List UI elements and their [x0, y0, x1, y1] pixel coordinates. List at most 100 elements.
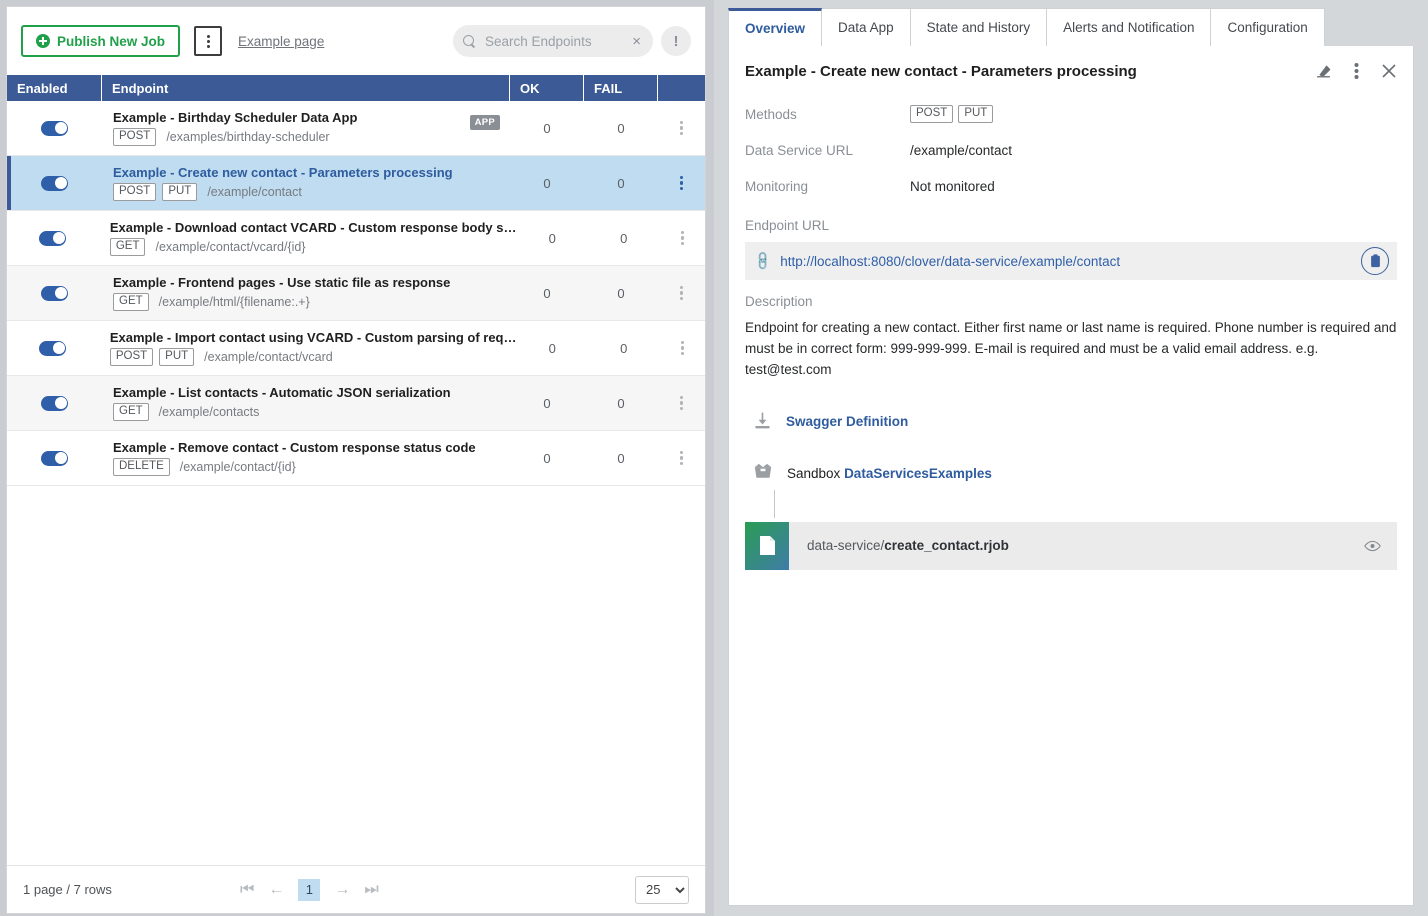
search-input[interactable] — [483, 33, 623, 50]
endpoint-title[interactable]: Example - List contacts - Automatic JSON… — [113, 385, 510, 400]
job-file-basename: create_contact.rjob — [884, 538, 1009, 553]
endpoints-toolbar: Publish New Job Example page × ! — [7, 7, 705, 75]
table-row[interactable]: Example - Import contact using VCARD - C… — [7, 321, 705, 376]
enabled-toggle[interactable] — [41, 176, 68, 191]
endpoint-path: /example/contact/vcard — [204, 350, 333, 364]
method-badge-post: POST — [910, 105, 953, 123]
warning-icon[interactable]: ! — [661, 26, 691, 56]
swagger-definition-row[interactable]: Swagger Definition — [745, 411, 1397, 433]
endpoint-title[interactable]: Example - Frontend pages - Use static fi… — [113, 275, 510, 290]
table-row[interactable]: Example - Frontend pages - Use static fi… — [7, 266, 705, 321]
enabled-toggle[interactable] — [39, 341, 66, 356]
endpoint-title[interactable]: Example - Remove contact - Custom respon… — [113, 440, 510, 455]
endpoint-title[interactable]: Example - Import contact using VCARD - C… — [110, 330, 517, 345]
prev-page-icon[interactable]: ← — [268, 882, 284, 898]
app-badge: APP — [470, 115, 500, 130]
enabled-toggle[interactable] — [41, 451, 68, 466]
detail-tabs: OverviewData AppState and HistoryAlerts … — [714, 0, 1428, 46]
tab-configuration[interactable]: Configuration — [1210, 8, 1324, 46]
tab-data-app[interactable]: Data App — [821, 8, 911, 46]
method-badge-get: GET — [113, 403, 149, 421]
endpoint-subrow: POST PUT/example/contact/vcard — [110, 348, 517, 366]
tab-state-and-history[interactable]: State and History — [910, 8, 1048, 46]
next-page-icon[interactable]: → — [334, 882, 350, 898]
field-label-monitoring: Monitoring — [745, 179, 910, 194]
publish-new-job-button[interactable]: Publish New Job — [21, 25, 180, 57]
clear-search-icon[interactable]: × — [630, 34, 643, 49]
detail-header-icons — [1315, 62, 1397, 80]
endpoint-url-link[interactable]: http://localhost:8080/clover/data-servic… — [780, 254, 1120, 269]
first-page-icon[interactable]: ⏮ — [240, 882, 254, 898]
enabled-toggle[interactable] — [39, 231, 66, 246]
copy-url-button[interactable] — [1361, 247, 1389, 275]
endpoint-url-label: Endpoint URL — [745, 218, 1397, 233]
endpoints-panel: Publish New Job Example page × ! Enabled… — [6, 6, 706, 914]
method-badge-post: POST — [110, 348, 153, 366]
endpoint-path: /example/contact/{id} — [180, 460, 296, 474]
row-kebab-menu-icon[interactable] — [680, 121, 683, 136]
cell-row-menu — [658, 376, 705, 430]
cell-enabled — [7, 431, 102, 485]
table-row[interactable]: Example - Download contact VCARD - Custo… — [7, 211, 705, 266]
endpoint-title[interactable]: Example - Create new contact - Parameter… — [113, 165, 510, 180]
tab-overview[interactable]: Overview — [728, 8, 822, 46]
cell-endpoint: Example - Create new contact - Parameter… — [102, 156, 510, 210]
cell-enabled — [7, 376, 102, 430]
endpoint-subrow: GET/example/contacts — [113, 403, 510, 421]
table-row[interactable]: Example - Remove contact - Custom respon… — [7, 431, 705, 486]
row-kebab-menu-icon[interactable] — [681, 341, 684, 356]
tab-alerts-and-notification[interactable]: Alerts and Notification — [1046, 8, 1211, 46]
endpoints-table-body: Example - Birthday Scheduler Data App POS… — [7, 101, 705, 865]
method-badge-post: POST — [113, 128, 156, 146]
example-page-link[interactable]: Example page — [238, 34, 324, 49]
table-row[interactable]: Example - Birthday Scheduler Data App POS… — [7, 101, 705, 156]
cell-enabled — [7, 156, 102, 210]
table-row[interactable]: Example - Create new contact - Parameter… — [7, 156, 705, 211]
field-value-data-service-url: /example/contact — [910, 143, 1012, 158]
row-kebab-menu-icon[interactable] — [681, 231, 684, 246]
method-badge-put: PUT — [159, 348, 194, 366]
endpoint-title[interactable]: Example - Birthday Scheduler Data App — [113, 110, 510, 125]
cell-enabled — [7, 321, 99, 375]
enabled-toggle[interactable] — [41, 286, 68, 301]
toolbar-kebab-menu-icon[interactable] — [194, 26, 222, 56]
tree-connector — [774, 490, 775, 518]
swagger-definition-link[interactable]: Swagger Definition — [786, 414, 908, 429]
cell-row-menu — [658, 101, 705, 155]
close-icon[interactable] — [1381, 63, 1397, 79]
cell-ok-count: 0 — [510, 376, 584, 430]
row-kebab-menu-icon[interactable] — [680, 286, 683, 301]
table-row[interactable]: Example - List contacts - Automatic JSON… — [7, 376, 705, 431]
endpoint-path: /example/contact — [207, 185, 302, 199]
row-kebab-menu-icon[interactable] — [680, 451, 683, 466]
kebab-menu-icon[interactable] — [1354, 62, 1359, 80]
row-kebab-menu-icon[interactable] — [680, 176, 683, 191]
description-label: Description — [745, 294, 1397, 309]
cell-ok-count: 0 — [510, 156, 584, 210]
cell-row-menu — [658, 266, 705, 320]
field-value-monitoring: Not monitored — [910, 179, 995, 194]
method-badge-put: PUT — [958, 105, 993, 123]
endpoint-title[interactable]: Example - Download contact VCARD - Custo… — [110, 220, 517, 235]
page-size-select[interactable]: 102550100 — [635, 876, 689, 904]
preview-eye-icon[interactable] — [1364, 522, 1397, 570]
pagination-controls: ⏮ ← 1 → ⏭ — [240, 879, 379, 901]
cell-endpoint: Example - Download contact VCARD - Custo… — [99, 211, 517, 265]
field-value-methods: POST PUT — [910, 105, 993, 123]
sandbox-icon — [753, 463, 773, 484]
enabled-toggle[interactable] — [41, 396, 68, 411]
job-file-row[interactable]: data-service/create_contact.rjob — [745, 522, 1397, 570]
eraser-icon[interactable] — [1315, 63, 1332, 80]
sandbox-name[interactable]: DataServicesExamples — [844, 466, 992, 481]
cell-ok-count: 0 — [510, 431, 584, 485]
enabled-toggle[interactable] — [41, 121, 68, 136]
field-data-service-url: Data Service URL /example/contact — [745, 132, 1397, 168]
last-page-icon[interactable]: ⏭ — [364, 882, 378, 898]
page-number-1[interactable]: 1 — [298, 879, 320, 901]
download-icon — [753, 411, 772, 433]
endpoint-subrow: GET/example/html/{filename:.+} — [113, 293, 510, 311]
row-kebab-menu-icon[interactable] — [680, 396, 683, 411]
cell-endpoint: Example - Birthday Scheduler Data App POS… — [102, 101, 510, 155]
search-endpoints-box[interactable]: × — [453, 25, 653, 57]
cell-fail-count: 0 — [584, 431, 658, 485]
